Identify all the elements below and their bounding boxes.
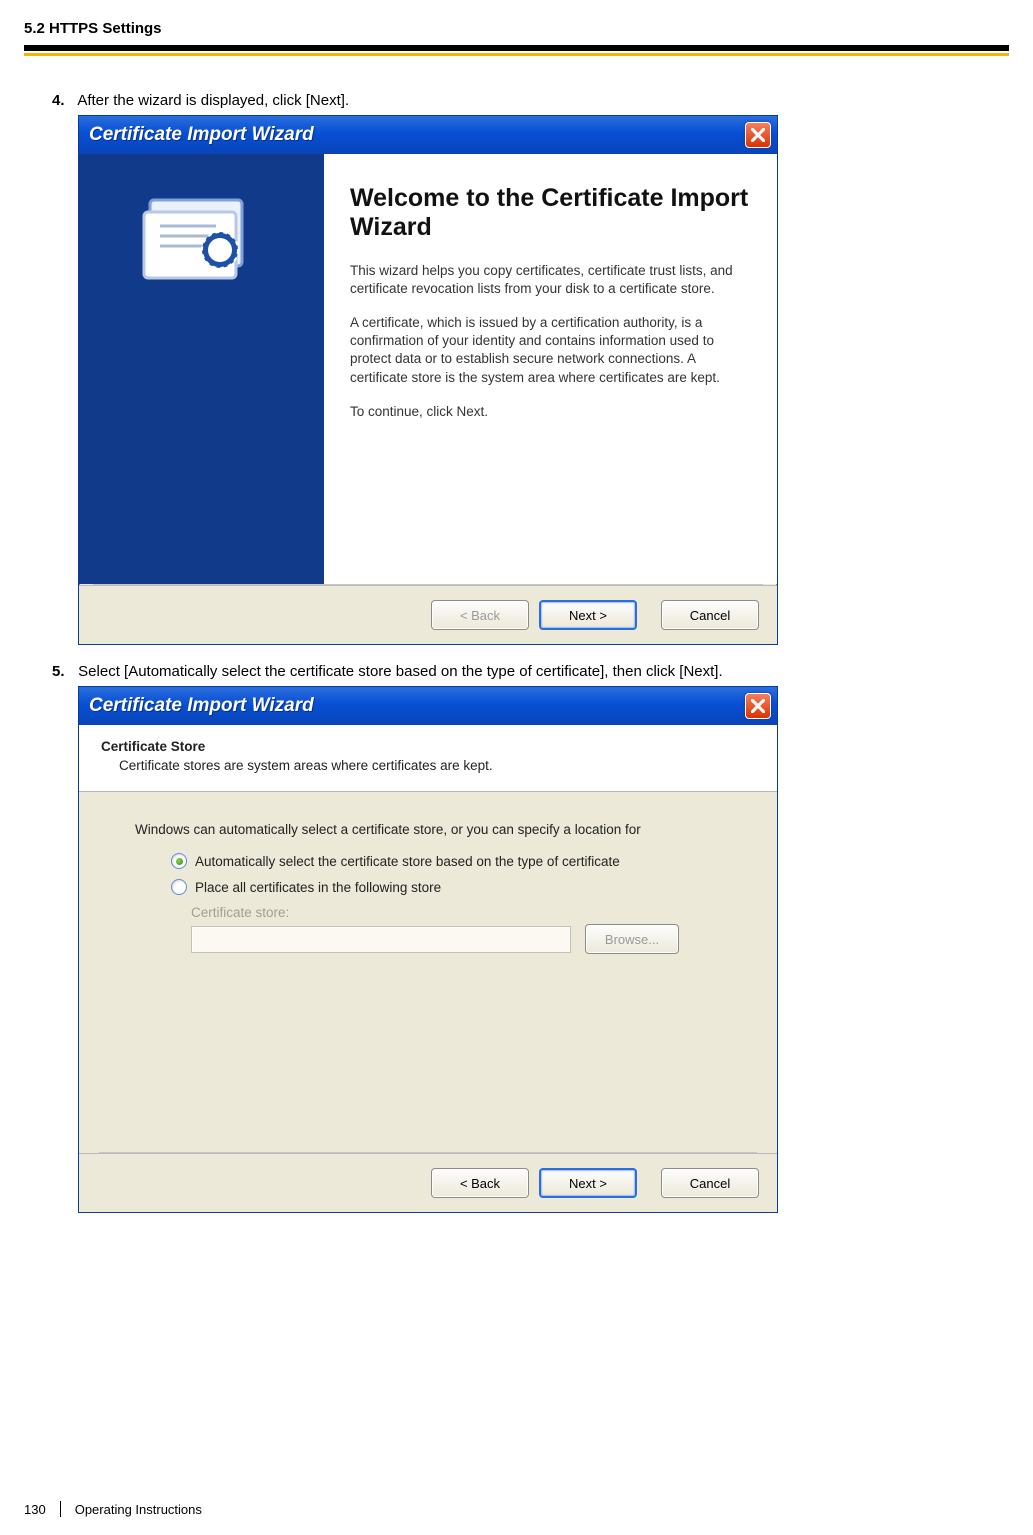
cancel-button[interactable]: Cancel <box>661 1168 759 1198</box>
wizard-paragraph: A certificate, which is issued by a cert… <box>350 314 751 387</box>
back-button[interactable]: < Back <box>431 1168 529 1198</box>
browse-button[interactable]: Browse... <box>585 924 679 954</box>
subheader-title: Certificate Store <box>101 739 755 754</box>
titlebar: Certificate Import Wizard <box>79 116 777 154</box>
step-number: 5. <box>52 663 74 680</box>
subheader-sub: Certificate stores are system areas wher… <box>119 758 755 773</box>
next-button[interactable]: Next > <box>539 1168 637 1198</box>
wizard-subheader: Certificate Store Certificate stores are… <box>79 725 777 792</box>
wizard-body: Welcome to the Certificate Import Wizard… <box>79 154 777 584</box>
wizard-footer: < Back Next > Cancel <box>79 585 777 644</box>
radio-icon <box>171 879 187 895</box>
header-rule-black <box>24 45 1009 51</box>
page-footer: 130 Operating Instructions <box>24 1501 202 1517</box>
cancel-button[interactable]: Cancel <box>661 600 759 630</box>
window-title: Certificate Import Wizard <box>89 124 745 146</box>
close-icon[interactable] <box>745 693 771 719</box>
wizard-window-1: Certificate Import Wizard <box>78 115 778 645</box>
radio-auto-select[interactable]: Automatically select the certificate sto… <box>171 853 737 869</box>
footer-divider <box>60 1501 61 1517</box>
wizard-footer: < Back Next > Cancel <box>79 1153 777 1212</box>
store-label: Certificate store: <box>191 905 737 920</box>
x-icon <box>751 128 765 142</box>
step-5: 5. Select [Automatically select the cert… <box>52 663 1009 1213</box>
x-icon <box>751 699 765 713</box>
radio-label: Automatically select the certificate sto… <box>195 854 620 869</box>
certificate-store-row: Certificate store: Browse... <box>191 905 737 954</box>
back-button[interactable]: < Back <box>431 600 529 630</box>
section-title: 5.2 HTTPS Settings <box>24 20 1009 37</box>
step-number: 4. <box>52 92 74 109</box>
window-title: Certificate Import Wizard <box>89 695 745 717</box>
wizard-content: Windows can automatically select a certi… <box>79 792 777 1152</box>
wizard-content: Welcome to the Certificate Import Wizard… <box>324 154 777 584</box>
radio-label: Place all certificates in the following … <box>195 880 441 895</box>
titlebar: Certificate Import Wizard <box>79 687 777 725</box>
doc-title: Operating Instructions <box>75 1502 202 1517</box>
close-icon[interactable] <box>745 122 771 148</box>
radio-place-all[interactable]: Place all certificates in the following … <box>171 879 737 895</box>
header-rule-yellow <box>24 53 1009 56</box>
next-button[interactable]: Next > <box>539 600 637 630</box>
certificate-icon <box>95 192 308 292</box>
store-input <box>191 926 571 953</box>
intro-text: Windows can automatically select a certi… <box>135 822 737 837</box>
step-text: After the wizard is displayed, click [Ne… <box>77 92 349 109</box>
wizard-paragraph: To continue, click Next. <box>350 403 751 421</box>
wizard-sidebar <box>79 154 324 584</box>
step-4: 4. After the wizard is displayed, click … <box>52 92 1009 645</box>
wizard-paragraph: This wizard helps you copy certificates,… <box>350 262 751 298</box>
step-text: Select [Automatically select the certifi… <box>78 663 722 680</box>
radio-icon-selected <box>171 853 187 869</box>
wizard-window-2: Certificate Import Wizard Certificate St… <box>78 686 778 1213</box>
wizard-body: Certificate Store Certificate stores are… <box>79 725 777 1212</box>
wizard-heading: Welcome to the Certificate Import Wizard <box>350 184 751 242</box>
page-number: 130 <box>24 1502 46 1517</box>
